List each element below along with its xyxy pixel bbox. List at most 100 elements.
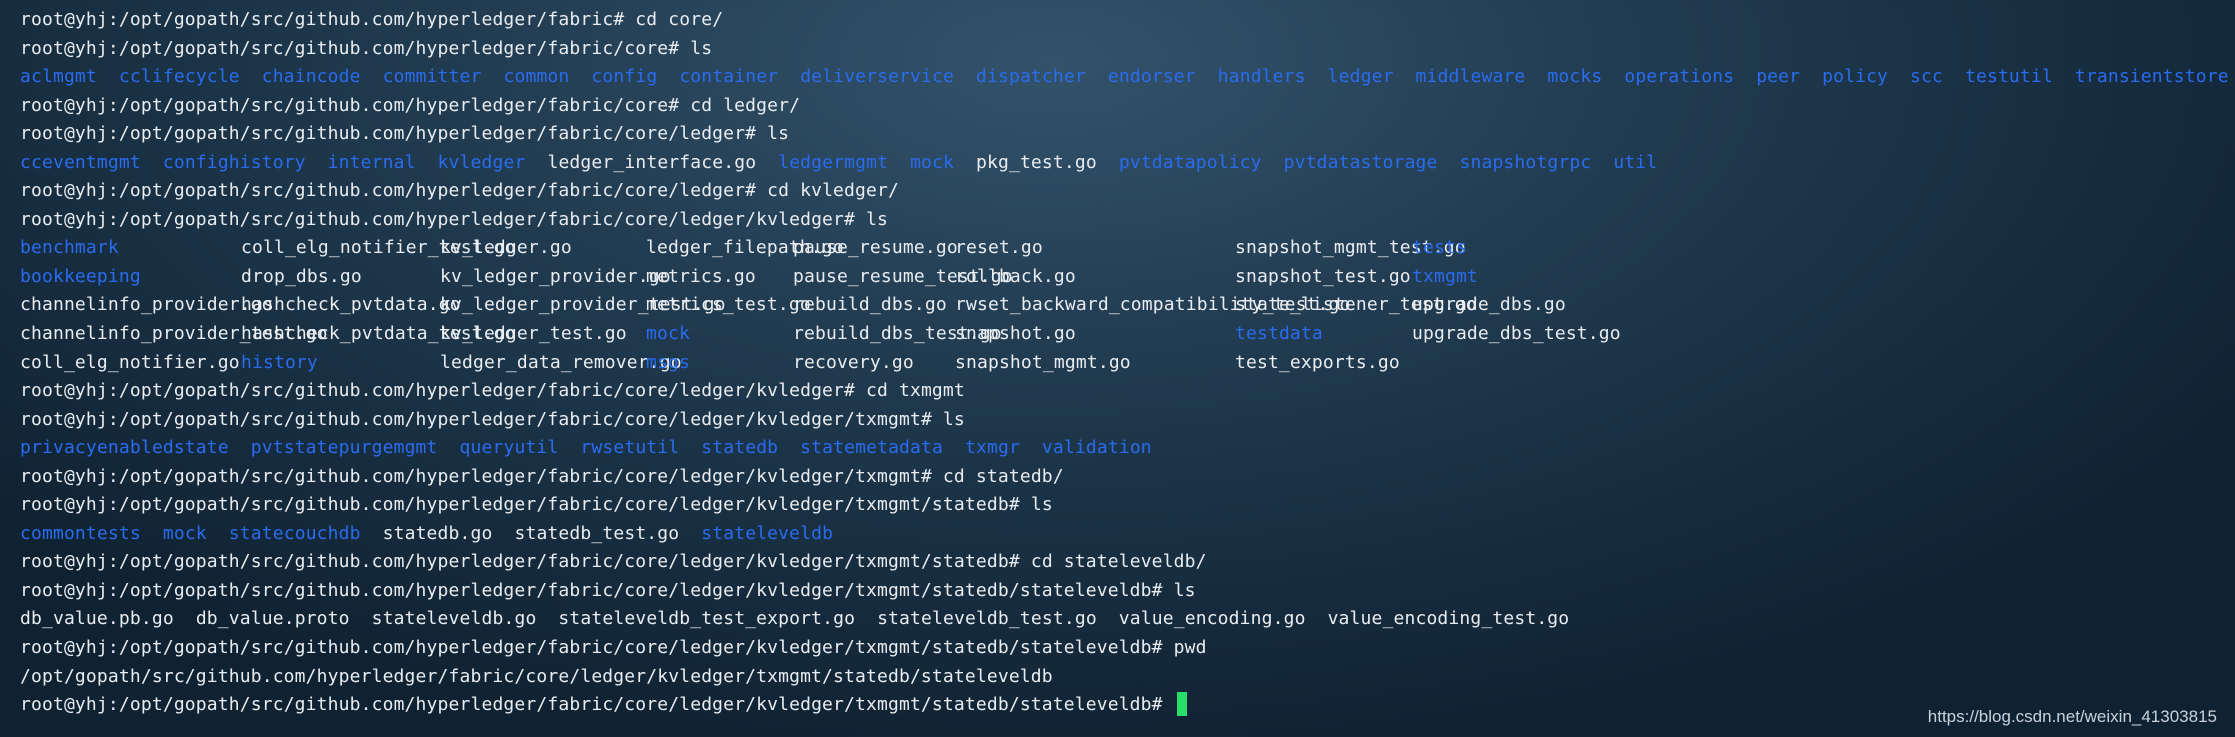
prompt-user-host: root@yhj: xyxy=(20,465,119,487)
file-entry: kv_ledger_test.go xyxy=(440,323,627,345)
file-entry: hashcheck_pvtdata.go xyxy=(241,294,461,316)
directory-entry: cclifecycle xyxy=(118,66,240,88)
directory-entry: history xyxy=(241,351,318,373)
prompt-path: /opt/gopath/src/github.com/hyperledger/f… xyxy=(118,208,845,230)
separator xyxy=(174,608,196,629)
directory-entry: msgs xyxy=(646,351,690,373)
prompt-path: /opt/gopath/src/github.com/hyperledger/f… xyxy=(118,494,1009,516)
command-text: pwd xyxy=(1173,637,1207,659)
directory-entry: ledgermgmt xyxy=(778,151,889,173)
directory-entry: benchmark xyxy=(20,237,119,259)
command-text: cd ledger/ xyxy=(690,94,801,116)
directory-entry: chaincode xyxy=(261,66,361,88)
cursor-block[interactable] xyxy=(1176,692,1187,717)
prompt-path: /opt/gopath/src/github.com/hyperledger/f… xyxy=(118,94,669,116)
command-output-line: /opt/gopath/src/github.com/hyperledger/f… xyxy=(20,663,2235,692)
prompt-user-host: root@yhj: xyxy=(20,94,119,116)
separator xyxy=(416,152,438,173)
file-entry: metrics.go xyxy=(646,265,756,287)
directory-entry: operations xyxy=(1624,66,1735,88)
directory-entry: statemetadata xyxy=(800,437,944,459)
separator xyxy=(1394,66,1416,87)
directory-entry: config xyxy=(591,66,658,88)
separator xyxy=(438,437,460,458)
directory-entry: ledger xyxy=(1327,66,1394,88)
command-line: root@yhj:/opt/gopath/src/github.com/hype… xyxy=(20,577,2235,606)
separator xyxy=(350,608,372,629)
prompt-symbol: # xyxy=(920,408,943,430)
directory-entry: dispatcher xyxy=(976,66,1086,88)
prompt-user-host: root@yhj: xyxy=(20,637,119,659)
ls-grid-row: benchmark coll_elg_notifier_test.go kv_led… xyxy=(20,234,2235,263)
separator xyxy=(207,523,229,544)
file-entry: rollback.go xyxy=(955,265,1076,287)
terminal-window[interactable]: root@yhj:/opt/gopath/src/github.com/hype… xyxy=(0,0,2235,737)
ls-output-line: db_value.pb.go db_value.proto statelevel… xyxy=(20,605,2235,634)
separator xyxy=(229,437,251,458)
separator xyxy=(1602,66,1624,87)
separator xyxy=(536,608,558,629)
directory-entry: mocks xyxy=(1547,66,1603,88)
file-entry: stateleveldb_test.go xyxy=(877,608,1097,630)
file-entry: stateleveldb.go xyxy=(371,608,537,630)
separator xyxy=(1086,66,1108,87)
separator xyxy=(1888,66,1910,87)
command-text: cd stateleveldb/ xyxy=(1030,551,1207,573)
separator xyxy=(306,152,328,173)
ls-grid-row: channelinfo_provider.go hashcheck_pvtdata… xyxy=(20,291,2235,320)
directory-entry: bookkeeping xyxy=(20,265,141,287)
prompt-symbol: # xyxy=(1008,494,1031,516)
command-line: root@yhj:/opt/gopath/src/github.com/hype… xyxy=(20,463,2235,492)
separator xyxy=(1734,66,1756,87)
prompt-user-host: root@yhj: xyxy=(20,380,119,402)
separator xyxy=(954,66,976,87)
directory-entry: committer xyxy=(382,66,482,88)
prompt-user-host: root@yhj: xyxy=(20,494,119,516)
directory-entry: stateleveldb xyxy=(701,522,834,544)
file-entry: value_encoding.go xyxy=(1118,608,1306,630)
directory-entry: pvtstatepurgemgmt xyxy=(250,437,438,459)
directory-entry: mock xyxy=(910,151,955,173)
prompt-symbol: # xyxy=(613,9,636,30)
command-text: cd statedb/ xyxy=(942,465,1064,487)
command-line: root@yhj:/opt/gopath/src/github.com/hype… xyxy=(20,406,2235,435)
prompt-path: /opt/gopath/src/github.com/hyperledger/f… xyxy=(118,408,921,430)
output-text: /opt/gopath/src/github.com/hyperledger/f… xyxy=(20,665,1053,687)
separator xyxy=(1097,152,1119,173)
ls-output-line: commontests mock statecouchdb statedb.go… xyxy=(20,520,2235,549)
prompt-user-host: root@yhj: xyxy=(20,694,119,716)
file-entry: pause_resume.go xyxy=(793,237,958,259)
prompt-user-host: root@yhj: xyxy=(20,123,119,145)
prompt-path: /opt/gopath/src/github.com/hyperledger/f… xyxy=(118,123,746,145)
ls-grid-row: bookkeeping drop_dbs.go kv_ledger_provider… xyxy=(20,263,2235,292)
prompt-path: /opt/gopath/src/github.com/hyperledger/f… xyxy=(118,380,845,402)
directory-entry: commontests xyxy=(20,522,141,544)
directory-entry: statedb xyxy=(701,437,779,459)
separator xyxy=(1943,66,1965,87)
prompt-symbol: # xyxy=(668,37,691,59)
separator xyxy=(525,152,547,173)
directory-entry: kvledger xyxy=(437,151,526,173)
directory-entry: statecouchdb xyxy=(228,522,361,544)
file-entry: db_value.proto xyxy=(195,608,350,630)
directory-entry: tests xyxy=(1412,237,1467,259)
file-entry: db_value.pb.go xyxy=(20,608,174,630)
command-line: root@yhj:/opt/gopath/src/github.com/hype… xyxy=(20,634,2235,663)
file-entry: upgrade_dbs.go xyxy=(1412,294,1566,316)
separator xyxy=(1262,152,1284,173)
directory-entry: mock xyxy=(162,522,207,544)
file-entry: snapshot_test.go xyxy=(1235,265,1411,287)
file-entry: kv_ledger.go xyxy=(440,237,572,259)
directory-entry: validation xyxy=(1041,437,1152,459)
directory-entry: rwsetutil xyxy=(580,437,680,459)
command-text: ls xyxy=(1173,579,1196,601)
watermark-url: https://blog.csdn.net/weixin_41303815 xyxy=(1927,707,2217,726)
file-entry: statedb.go xyxy=(382,522,493,544)
file-entry: channelinfo_provider.go xyxy=(20,294,273,316)
prompt-user-host: root@yhj: xyxy=(20,9,119,30)
separator xyxy=(1020,437,1042,458)
directory-entry: testutil xyxy=(1964,66,2053,88)
file-entry: recovery.go xyxy=(793,351,914,373)
separator xyxy=(240,66,262,87)
ls-grid-row: coll_elg_notifier.go history ledger_data_r… xyxy=(20,349,2235,378)
